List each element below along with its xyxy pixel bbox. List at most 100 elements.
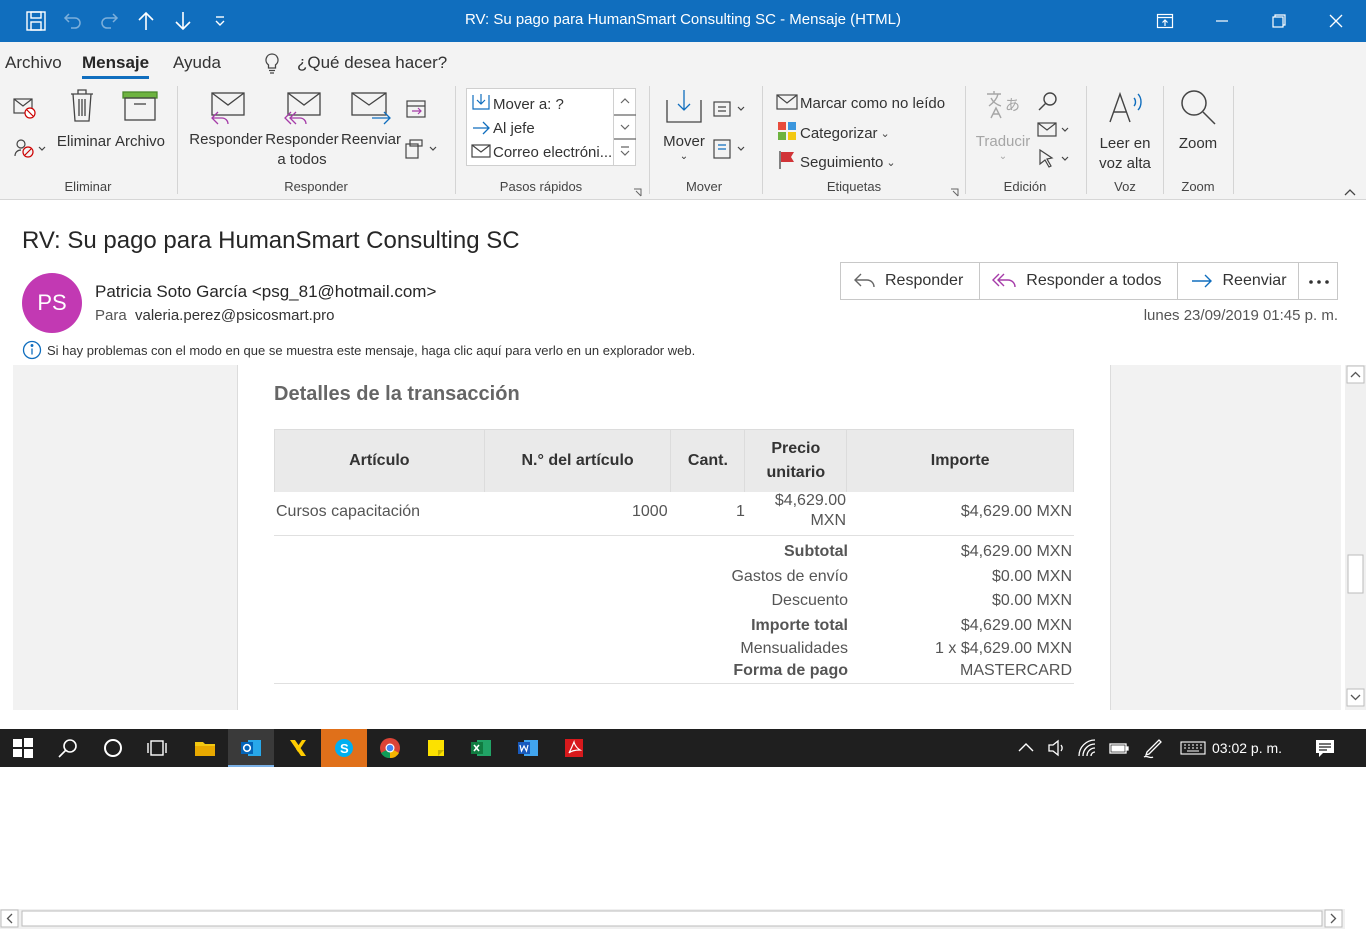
categorize-icon <box>776 121 798 146</box>
volume-icon[interactable] <box>1040 729 1074 767</box>
reply-all-label: Responder a todos <box>1026 272 1162 289</box>
quick-step-move-to[interactable]: Mover a: ? <box>493 96 564 113</box>
chrome-icon[interactable] <box>367 729 413 767</box>
to-manager-icon <box>471 119 491 142</box>
ignore-icon[interactable] <box>12 96 38 125</box>
reply-all-button[interactable]: Responder a todos <box>980 263 1179 299</box>
onenote-icon[interactable] <box>712 138 748 167</box>
menu-mensaje[interactable]: Mensaje <box>82 53 150 79</box>
reply-button[interactable]: Responder <box>841 263 981 299</box>
move-to-icon <box>471 93 491 116</box>
delete-button[interactable]: Eliminar <box>56 86 112 152</box>
reply-ribbon-button[interactable]: Responder <box>188 90 264 150</box>
read-aloud-button[interactable]: Leer en voz alta <box>1096 88 1154 174</box>
ribbon-separator <box>762 86 763 194</box>
translate-button[interactable]: あ Traducir ⌄ <box>974 88 1032 162</box>
quick-steps-scroll[interactable] <box>613 89 636 165</box>
recipient[interactable]: valeria.perez@psicosmart.pro <box>135 307 334 324</box>
more-actions-button[interactable] <box>1298 262 1338 300</box>
cell-item: Cursos capacitación <box>276 503 421 520</box>
windows-start-icon[interactable] <box>0 729 46 767</box>
avatar[interactable]: PS <box>22 273 82 333</box>
excel-icon[interactable] <box>458 729 504 767</box>
close-button[interactable] <box>1313 0 1359 42</box>
more-respond-icon[interactable] <box>404 138 440 165</box>
divider <box>274 683 1074 684</box>
cell-amount: $4,629.00 MXN <box>960 503 1072 520</box>
categorize-button[interactable]: Categorizar ⌄ <box>776 121 890 146</box>
col-importe: Importe <box>846 429 1074 492</box>
keyboard-icon[interactable] <box>1174 729 1210 767</box>
word-icon[interactable] <box>505 729 551 767</box>
meeting-icon[interactable] <box>404 98 428 125</box>
skype-icon[interactable]: S <box>321 729 367 767</box>
pen-icon[interactable] <box>1136 729 1170 767</box>
col-articulo: Artículo <box>274 429 485 492</box>
move-folder-icon <box>664 88 708 126</box>
wifi-icon[interactable] <box>1070 729 1104 767</box>
reply-all-ribbon-button[interactable]: Responder a todos <box>265 90 339 170</box>
file-explorer-icon[interactable] <box>182 729 228 767</box>
forward-button[interactable]: Reenviar <box>1178 263 1302 299</box>
related-icon[interactable] <box>1036 120 1072 145</box>
info-text: Si hay problemas con el modo en que se m… <box>47 342 696 358</box>
sender[interactable]: Patricia Soto García <psg_81@hotmail.com… <box>95 282 436 302</box>
move-label: Mover <box>663 133 705 150</box>
sticky-notes-icon[interactable] <box>413 729 459 767</box>
follow-up-label: Seguimiento <box>800 153 884 171</box>
col-precio-unitario: Precio unitario <box>744 429 848 492</box>
more-dots-icon <box>1309 280 1329 284</box>
reply-mail-icon <box>204 90 264 126</box>
forward-ribbon-button[interactable]: Reenviar <box>340 90 402 150</box>
tell-me-search[interactable]: ¿Qué desea hacer? <box>297 53 447 73</box>
forward-icon <box>1192 274 1213 288</box>
restore-button[interactable] <box>1256 0 1302 42</box>
col-cantidad: Cant. <box>670 429 746 492</box>
ribbon-separator <box>1163 86 1164 194</box>
menu-ayuda[interactable]: Ayuda <box>173 53 221 73</box>
info-bar[interactable]: Si hay problemas con el modo en que se m… <box>22 340 695 360</box>
follow-up-button[interactable]: Seguimiento ⌄ <box>776 150 896 175</box>
message-body: Detalles de la transacción Artículo N.° … <box>13 365 1341 710</box>
zoom-label: Zoom <box>1178 135 1218 152</box>
task-view-icon[interactable] <box>134 729 180 767</box>
clock[interactable]: 03:02 p. m. <box>1212 740 1282 756</box>
ribbon-display-options-icon[interactable] <box>1142 0 1188 42</box>
mark-unread-button[interactable]: Marcar como no leído <box>776 92 945 115</box>
yellow-app-icon[interactable] <box>275 729 321 767</box>
quick-steps-gallery: Mover a: ? Al jefe Correo electróni... <box>466 88 636 166</box>
move-button[interactable]: Mover ⌄ <box>660 88 708 162</box>
minimize-button[interactable] <box>1199 0 1245 42</box>
cortana-icon[interactable] <box>90 729 136 767</box>
battery-icon[interactable] <box>1102 729 1136 767</box>
email-body-paper: Detalles de la transacción Artículo N.° … <box>237 365 1111 710</box>
group-zoom: Zoom <box>1181 179 1215 194</box>
rules-icon[interactable] <box>712 98 748 125</box>
vertical-scrollbar[interactable] <box>1345 365 1366 710</box>
svg-text:あ: あ <box>1005 96 1020 114</box>
hscrollbar-graphics <box>0 909 1343 928</box>
to-label: Para <box>95 307 127 324</box>
acrobat-icon[interactable] <box>551 729 597 767</box>
horizontal-scrollbar[interactable] <box>0 909 1345 929</box>
read-aloud-icon <box>1106 88 1154 126</box>
reply-all-icon <box>992 273 1016 288</box>
select-icon[interactable] <box>1036 148 1072 175</box>
transaction-title: Detalles de la transacción <box>274 383 520 405</box>
quick-step-to-manager[interactable]: Al jefe <box>493 120 535 137</box>
quick-step-team-email[interactable]: Correo electróni... <box>493 144 612 161</box>
zoom-button[interactable]: Zoom <box>1172 88 1224 154</box>
forward-mail-icon <box>350 90 402 126</box>
translate-label: Traducir <box>975 133 1031 150</box>
search-icon[interactable] <box>45 729 91 767</box>
archive-button[interactable]: Archivo <box>114 86 166 152</box>
menu-archivo[interactable]: Archivo <box>5 53 62 73</box>
find-icon[interactable] <box>1036 90 1060 119</box>
ribbon-separator <box>965 86 966 194</box>
junk-icon[interactable] <box>12 136 48 165</box>
message-subject: RV: Su pago para HumanSmart Consulting S… <box>22 227 520 254</box>
reply-ribbon-label: Responder <box>189 131 263 148</box>
notifications-icon[interactable] <box>1302 729 1348 767</box>
ribbon-separator <box>455 86 456 194</box>
outlook-taskbar-icon[interactable] <box>228 729 274 767</box>
